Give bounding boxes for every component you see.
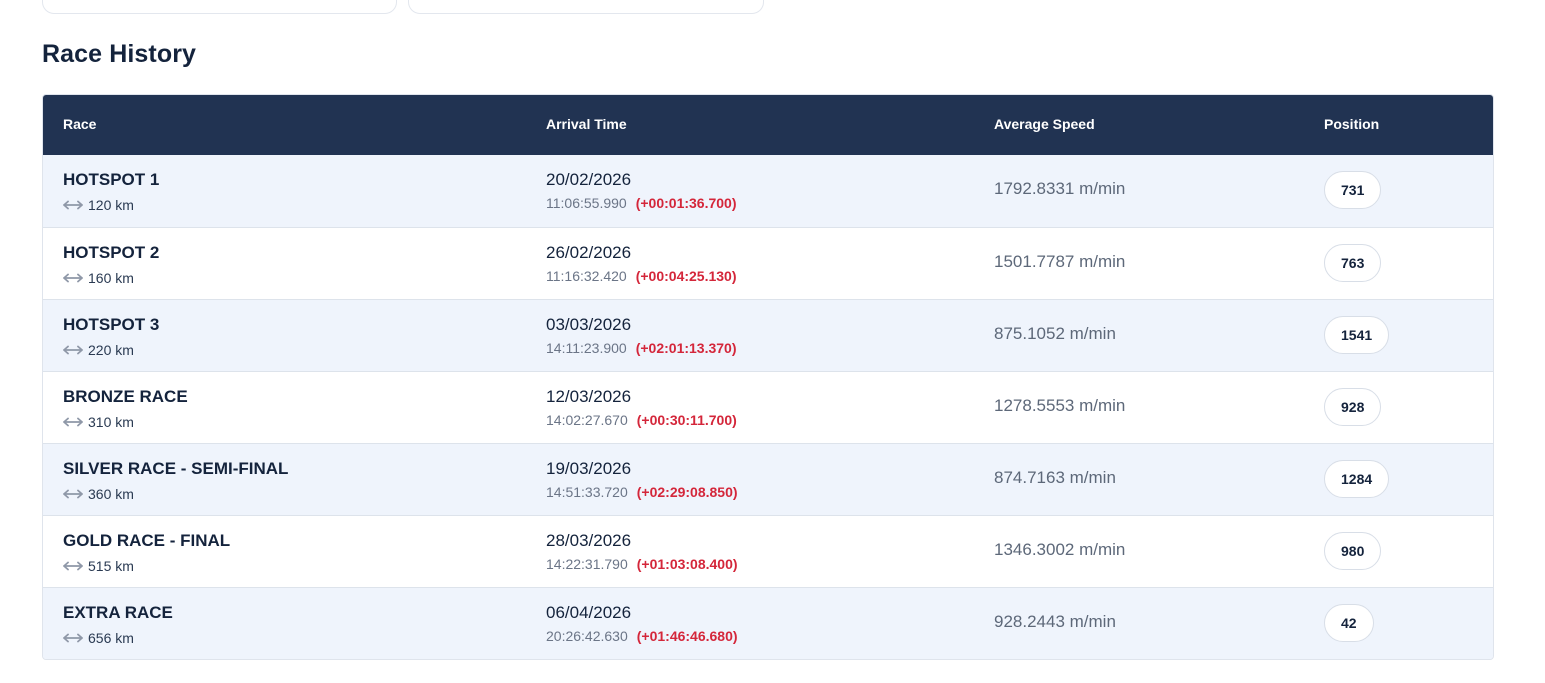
distance-value: 310 km [88, 414, 134, 430]
distance-arrows-icon [63, 273, 83, 283]
arrival-date: 12/03/2026 [546, 387, 632, 406]
section-title: Race History [42, 40, 197, 68]
summary-card-right [408, 0, 764, 14]
arrival-time: 14:02:27.670 (+00:30:11.700) [546, 412, 737, 428]
race-distance: 160 km [63, 270, 134, 286]
column-header-arrival-time[interactable]: Arrival Time [546, 116, 627, 132]
arrival-time: 14:51:33.720 (+02:29:08.850) [546, 484, 738, 500]
column-header-race[interactable]: Race [63, 116, 96, 132]
distance-arrows-icon [63, 200, 83, 210]
arrival-date: 19/03/2026 [546, 459, 632, 478]
race-name: HOTSPOT 1 [63, 170, 160, 189]
summary-card-left [42, 0, 397, 14]
table-row[interactable]: HOTSPOT 2 160 km 26/02/2026 11:16:32.420… [43, 227, 1493, 299]
race-name: HOTSPOT 3 [63, 315, 160, 334]
race-distance: 360 km [63, 486, 134, 502]
time-delta: (+01:46:46.680) [636, 628, 738, 644]
average-speed: 1792.8331 m/min [994, 179, 1126, 198]
arrival-time: 14:11:23.900 (+02:01:13.370) [546, 340, 737, 356]
average-speed: 875.1052 m/min [994, 324, 1116, 343]
race-name: BRONZE RACE [63, 387, 188, 406]
distance-value: 220 km [88, 342, 134, 358]
distance-arrows-icon [63, 345, 83, 355]
position-badge: 763 [1324, 244, 1382, 282]
arrival-date: 20/02/2026 [546, 170, 632, 189]
average-speed: 874.7163 m/min [994, 468, 1116, 487]
table-row[interactable]: BRONZE RACE 310 km 12/03/2026 14:02:27.6… [43, 371, 1493, 443]
arrival-date: 28/03/2026 [546, 531, 632, 550]
table-row[interactable]: HOTSPOT 1 120 km 20/02/2026 11:06:55.990… [43, 155, 1493, 227]
table-row[interactable]: GOLD RACE - FINAL 515 km 28/03/2026 14:2… [43, 515, 1493, 587]
time-delta: (+02:01:13.370) [635, 340, 737, 356]
arrival-date: 03/03/2026 [546, 315, 632, 334]
distance-arrows-icon [63, 633, 83, 643]
position-badge: 980 [1324, 532, 1382, 570]
average-speed: 1501.7787 m/min [994, 252, 1126, 271]
distance-value: 360 km [88, 486, 134, 502]
position-badge: 42 [1324, 604, 1374, 642]
arrival-date: 26/02/2026 [546, 243, 632, 262]
column-header-average-speed[interactable]: Average Speed [994, 116, 1095, 132]
time-delta: (+02:29:08.850) [636, 484, 738, 500]
arrival-clock: 20:26:42.630 [546, 628, 628, 644]
race-distance: 220 km [63, 342, 134, 358]
arrival-clock: 14:51:33.720 [546, 484, 628, 500]
distance-value: 120 km [88, 197, 134, 213]
race-distance: 120 km [63, 197, 134, 213]
arrival-date: 06/04/2026 [546, 603, 632, 622]
time-delta: (+00:30:11.700) [636, 412, 737, 428]
time-delta: (+00:04:25.130) [635, 268, 737, 284]
position-badge: 1541 [1324, 316, 1390, 354]
race-name: HOTSPOT 2 [63, 243, 160, 262]
position-badge: 731 [1324, 171, 1382, 209]
time-delta: (+00:01:36.700) [635, 195, 737, 211]
position-badge: 1284 [1324, 460, 1390, 498]
arrival-clock: 14:02:27.670 [546, 412, 628, 428]
distance-value: 656 km [88, 630, 134, 646]
distance-arrows-icon [63, 417, 83, 427]
race-distance: 515 km [63, 558, 134, 574]
arrival-clock: 14:11:23.900 [546, 340, 627, 356]
distance-arrows-icon [63, 489, 83, 499]
arrival-clock: 14:22:31.790 [546, 556, 628, 572]
race-distance: 310 km [63, 414, 134, 430]
average-speed: 1346.3002 m/min [994, 540, 1126, 559]
arrival-time: 11:06:55.990 (+00:01:36.700) [546, 195, 737, 211]
race-name: GOLD RACE - FINAL [63, 531, 231, 550]
table-row[interactable]: SILVER RACE - SEMI-FINAL 360 km 19/03/20… [43, 443, 1493, 515]
table-body: HOTSPOT 1 120 km 20/02/2026 11:06:55.990… [43, 155, 1493, 659]
race-name: SILVER RACE - SEMI-FINAL [63, 459, 289, 478]
race-distance: 656 km [63, 630, 134, 646]
arrival-clock: 11:16:32.420 [546, 268, 627, 284]
table-header: Race Arrival Time Average Speed Position [43, 95, 1493, 155]
table-row[interactable]: HOTSPOT 3 220 km 03/03/2026 14:11:23.900… [43, 299, 1493, 371]
time-delta: (+01:03:08.400) [636, 556, 738, 572]
arrival-time: 20:26:42.630 (+01:46:46.680) [546, 628, 738, 644]
column-header-position[interactable]: Position [1324, 116, 1379, 132]
arrival-time: 11:16:32.420 (+00:04:25.130) [546, 268, 737, 284]
arrival-clock: 11:06:55.990 [546, 195, 627, 211]
average-speed: 1278.5553 m/min [994, 396, 1126, 415]
distance-value: 515 km [88, 558, 134, 574]
distance-value: 160 km [88, 270, 134, 286]
table-row[interactable]: EXTRA RACE 656 km 06/04/2026 20:26:42.63… [43, 587, 1493, 659]
average-speed: 928.2443 m/min [994, 612, 1116, 631]
arrival-time: 14:22:31.790 (+01:03:08.400) [546, 556, 738, 572]
race-name: EXTRA RACE [63, 603, 173, 622]
distance-arrows-icon [63, 561, 83, 571]
position-badge: 928 [1324, 388, 1382, 426]
race-history-table: Race Arrival Time Average Speed Position… [42, 94, 1494, 660]
